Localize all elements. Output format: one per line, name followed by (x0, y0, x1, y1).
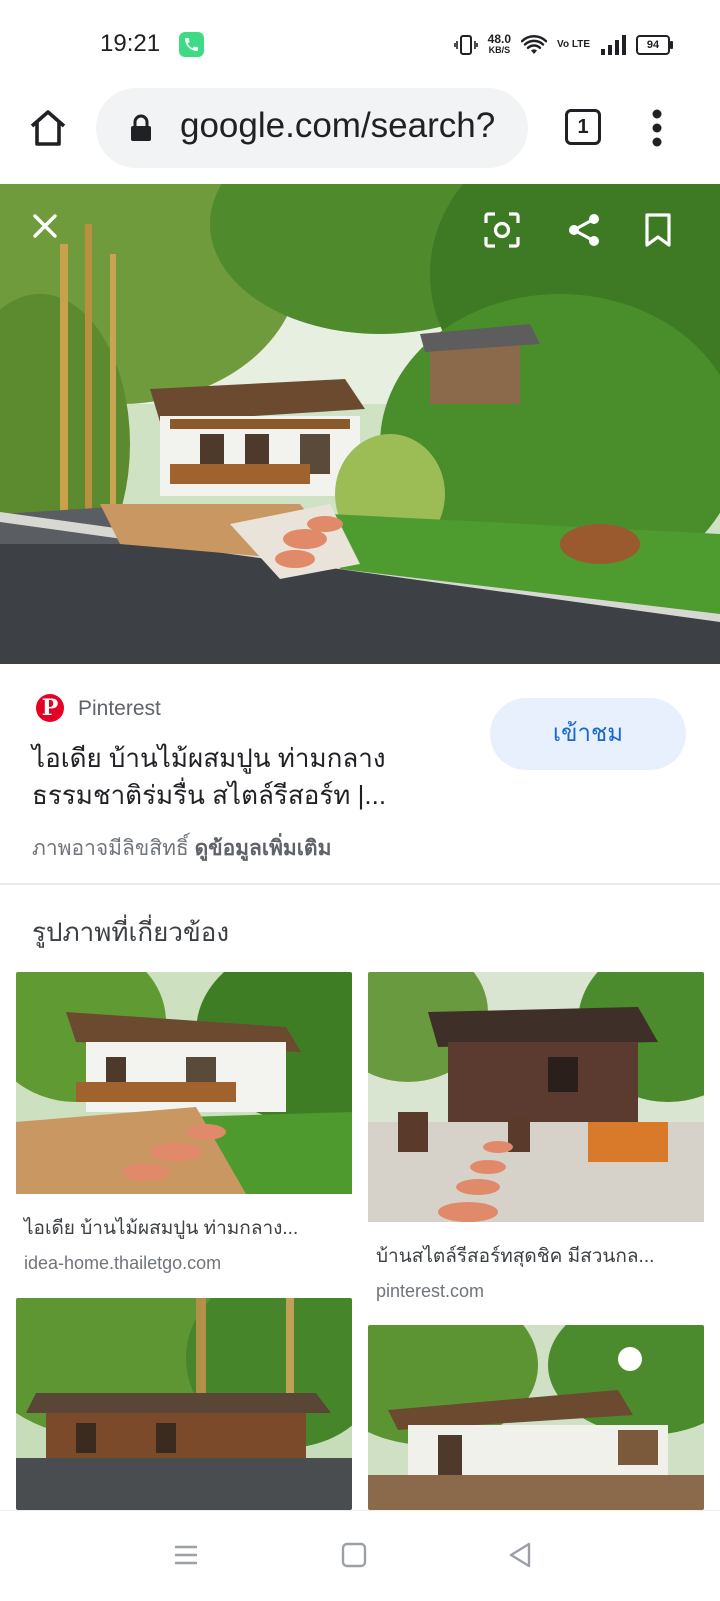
lock-icon (130, 114, 152, 147)
source-name[interactable]: Pinterest (78, 697, 161, 721)
menu-icon (175, 1545, 197, 1565)
lens-button[interactable] (472, 200, 532, 260)
copyright-notice: ภาพอาจมีลิขสิทธิ์ ดูข้อมูลเพิ่มเติม (32, 832, 331, 865)
network-speed: 48.0 KB/S (487, 32, 512, 55)
back-triangle-icon (509, 1542, 531, 1568)
result-info: P Pinterest ไอเดีย บ้านไม้ผสมปูน ท่ามกลา… (0, 664, 720, 884)
related-images-heading: รูปภาพที่เกี่ยวข้อง (32, 917, 230, 947)
related-thumbnail (368, 972, 704, 1227)
related-thumbnail (368, 1325, 704, 1510)
close-button[interactable] (15, 196, 75, 256)
phone-call-icon (179, 32, 204, 57)
related-image-card[interactable]: ไอเดีย บ้านไม้ผสมปูน ท่ามกลาง... idea-ho… (16, 972, 352, 1274)
status-bar: 19:21 48.0 KB/S Vo LTE 94 (0, 0, 720, 88)
battery-indicator: 94 (636, 35, 673, 55)
related-caption: บ้านสไตล์รีสอร์ทสุดชิค มีสวนกล... (376, 1246, 655, 1267)
pinterest-logo-icon: P (36, 694, 64, 722)
more-info-link[interactable]: ดูข้อมูลเพิ่มเติม (195, 837, 332, 860)
back-button[interactable] (506, 1541, 534, 1574)
copyright-text: ภาพอาจมีลิขสิทธิ์ (32, 837, 189, 860)
system-navigation-bar (0, 1510, 720, 1601)
volte-indicator: Vo LTE (557, 39, 590, 50)
related-thumbnail (16, 972, 352, 1199)
result-title[interactable]: ไอเดีย บ้านไม้ผสมปูน ท่ามกลางธรรมชาติร่ม… (32, 740, 452, 814)
visit-button[interactable]: เข้าชม (490, 698, 686, 770)
related-image-card[interactable] (368, 1325, 704, 1510)
share-icon (569, 214, 599, 246)
share-button[interactable] (554, 200, 614, 260)
lens-icon (484, 212, 520, 248)
related-image-card[interactable] (16, 1298, 352, 1510)
address-bar[interactable]: google.com/search? (96, 88, 528, 168)
close-icon (33, 214, 57, 238)
home-nav-button[interactable] (340, 1541, 368, 1574)
related-image-card[interactable]: บ้านสไตล์รีสอร์ทสุดชิค มีสวนกล... pinter… (368, 972, 704, 1302)
status-time: 19:21 (100, 30, 161, 57)
vibrate-icon (453, 35, 478, 55)
related-caption: ไอเดีย บ้านไม้ผสมปูน ท่ามกลาง... (24, 1218, 299, 1239)
status-icons: 48.0 KB/S Vo LTE 94 (453, 30, 673, 60)
browser-toolbar: google.com/search? 1 (0, 88, 720, 184)
url-text: google.com/search? (180, 106, 496, 145)
related-domain: pinterest.com (376, 1281, 485, 1301)
signal-icon (601, 35, 626, 55)
related-thumbnail (16, 1298, 352, 1510)
divider (0, 883, 720, 885)
tab-switcher-button[interactable]: 1 (565, 109, 601, 145)
more-vert-icon (652, 109, 662, 147)
recents-button[interactable] (172, 1541, 200, 1574)
home-icon (30, 110, 66, 146)
bookmark-icon (645, 213, 671, 247)
preview-image[interactable] (0, 184, 720, 664)
square-icon (341, 1542, 367, 1568)
home-button[interactable] (26, 106, 70, 150)
overflow-menu-button[interactable] (650, 106, 664, 150)
save-button[interactable] (628, 200, 688, 260)
related-domain: idea-home.thailetgo.com (24, 1253, 222, 1273)
wifi-icon (521, 35, 548, 54)
